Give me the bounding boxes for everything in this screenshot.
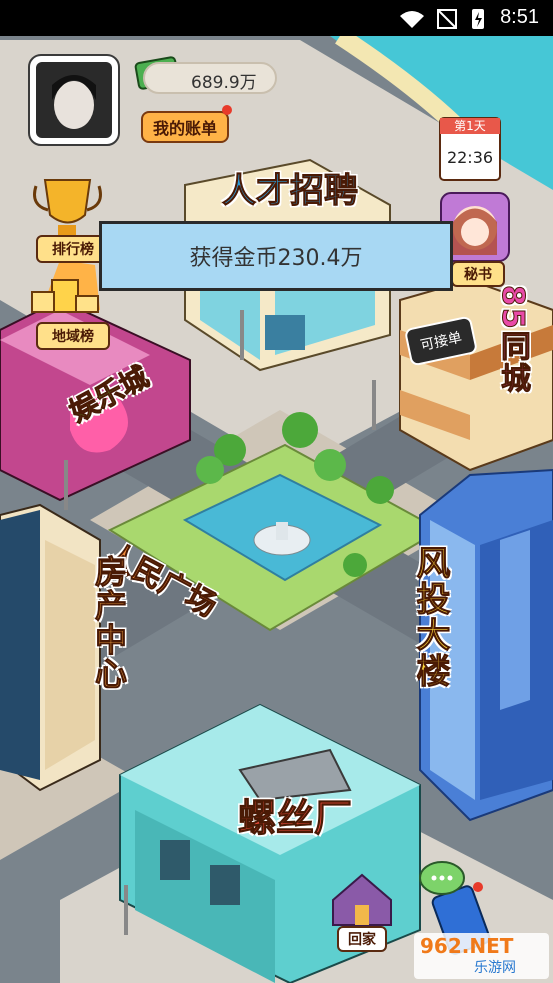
region-ranking-label: 地域榜 — [36, 322, 110, 350]
screw-factory-label: 螺丝厂 — [237, 796, 353, 841]
venture-building-label: 风投大楼 — [410, 545, 451, 690]
wifi-icon — [400, 11, 424, 28]
city85-building-button[interactable]: 85同城 — [490, 285, 534, 396]
status-icons — [400, 9, 484, 29]
account-button-label: 我的账单 — [152, 119, 217, 138]
home-button[interactable]: 回家 — [333, 870, 393, 952]
calendar-time: 22:36 — [446, 148, 494, 167]
ranking-button[interactable]: 排行榜 — [30, 175, 110, 265]
calendar-widget: 第1天 22:36 — [440, 118, 500, 180]
watermark-bottom: 乐游网 — [474, 960, 516, 976]
status-time: 8:51 — [500, 6, 539, 28]
realestate-building-label: 房产中心 — [90, 555, 129, 692]
screw-factory-button[interactable]: 螺丝厂 — [237, 787, 353, 842]
talent-building-label: 人才招聘 — [222, 171, 359, 212]
money-display: 689.9万 — [143, 62, 277, 94]
venture-building-button[interactable]: 风投大楼 — [406, 545, 455, 690]
realestate-building — [0, 503, 101, 792]
reward-toast: 获得金币230.4万 — [99, 221, 453, 291]
secretary-label: 秘书 — [451, 261, 505, 287]
talent-building-button[interactable]: 人才招聘 — [222, 163, 359, 212]
money-amount: 689.9万 — [191, 73, 257, 93]
calendar-day: 第1天 — [454, 119, 486, 133]
status-bar: 8:51 — [0, 0, 553, 36]
watermark-top: 962.NET — [420, 934, 514, 958]
city85-building-label: 85同城 — [495, 285, 531, 396]
reward-toast-message: 获得金币230.4万 — [189, 246, 363, 271]
watermark-logo: 962.NET 乐游网 — [414, 933, 549, 979]
region-ranking-button[interactable]: 地域榜 — [30, 270, 110, 350]
profile-avatar-button[interactable] — [29, 55, 119, 145]
realestate-building-button[interactable]: 房产中心 — [86, 555, 132, 692]
account-button[interactable]: 我的账单 — [141, 111, 229, 143]
accept-order-label: 可接单 — [419, 329, 464, 355]
notification-dot — [222, 105, 232, 115]
home-label: 回家 — [337, 926, 387, 952]
